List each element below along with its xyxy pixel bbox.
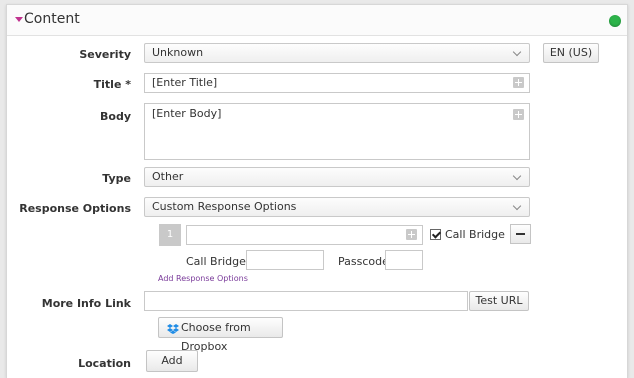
location-add-button[interactable]: Add [146,350,198,372]
response-options-select[interactable]: Custom Response Options [144,197,530,217]
severity-select[interactable]: Unknown [144,43,530,63]
location-label: Location [78,357,131,370]
call-bridge-checkbox[interactable] [430,229,441,240]
call-bridge-label: Call Bridge [445,228,505,241]
body-label: Body [100,110,131,123]
content-panel: Content Severity Unknown EN (US) Title *… [6,4,628,378]
response-options-label: Response Options [19,202,131,215]
response-options-value: Custom Response Options [152,200,297,213]
type-select[interactable]: Other [144,167,530,187]
collapse-triangle-icon[interactable] [15,17,23,22]
add-response-options-link[interactable]: Add Response Options [158,274,248,283]
type-value: Other [152,170,184,183]
response-option-input[interactable] [186,225,423,245]
title-input[interactable]: [Enter Title] [144,73,530,93]
panel-header[interactable]: Content [7,5,627,36]
chevron-down-icon [512,47,522,57]
type-label: Type [102,172,131,185]
passcode-input[interactable] [385,250,423,270]
more-info-link-input[interactable] [144,291,468,311]
passcode-label: Passcode [338,255,389,268]
body-textarea[interactable]: [Enter Body] [144,103,530,160]
body-value: [Enter Body] [152,107,222,120]
response-number-badge: 1 [159,224,181,246]
title-label: Title * [93,78,131,91]
remove-response-minus-icon[interactable] [510,224,531,244]
chevron-down-icon [512,171,522,181]
severity-value: Unknown [152,46,204,59]
choose-from-dropbox-button[interactable]: Choose from Dropbox [158,317,283,353]
panel-title: Content [24,11,80,27]
status-dot-icon [609,15,621,27]
dropbox-icon [167,324,179,334]
more-info-link-label: More Info Link [41,297,131,310]
plus-icon[interactable] [406,229,417,240]
plus-icon[interactable] [513,77,524,88]
language-button[interactable]: EN (US) [543,43,599,63]
title-value: [Enter Title] [152,76,218,89]
test-url-button[interactable]: Test URL [469,291,529,311]
severity-label: Severity [79,48,131,61]
call-bridge-number-input[interactable] [246,250,324,270]
chevron-down-icon [512,201,522,211]
plus-icon[interactable] [513,109,524,120]
dropbox-label: Choose from Dropbox [181,321,251,353]
